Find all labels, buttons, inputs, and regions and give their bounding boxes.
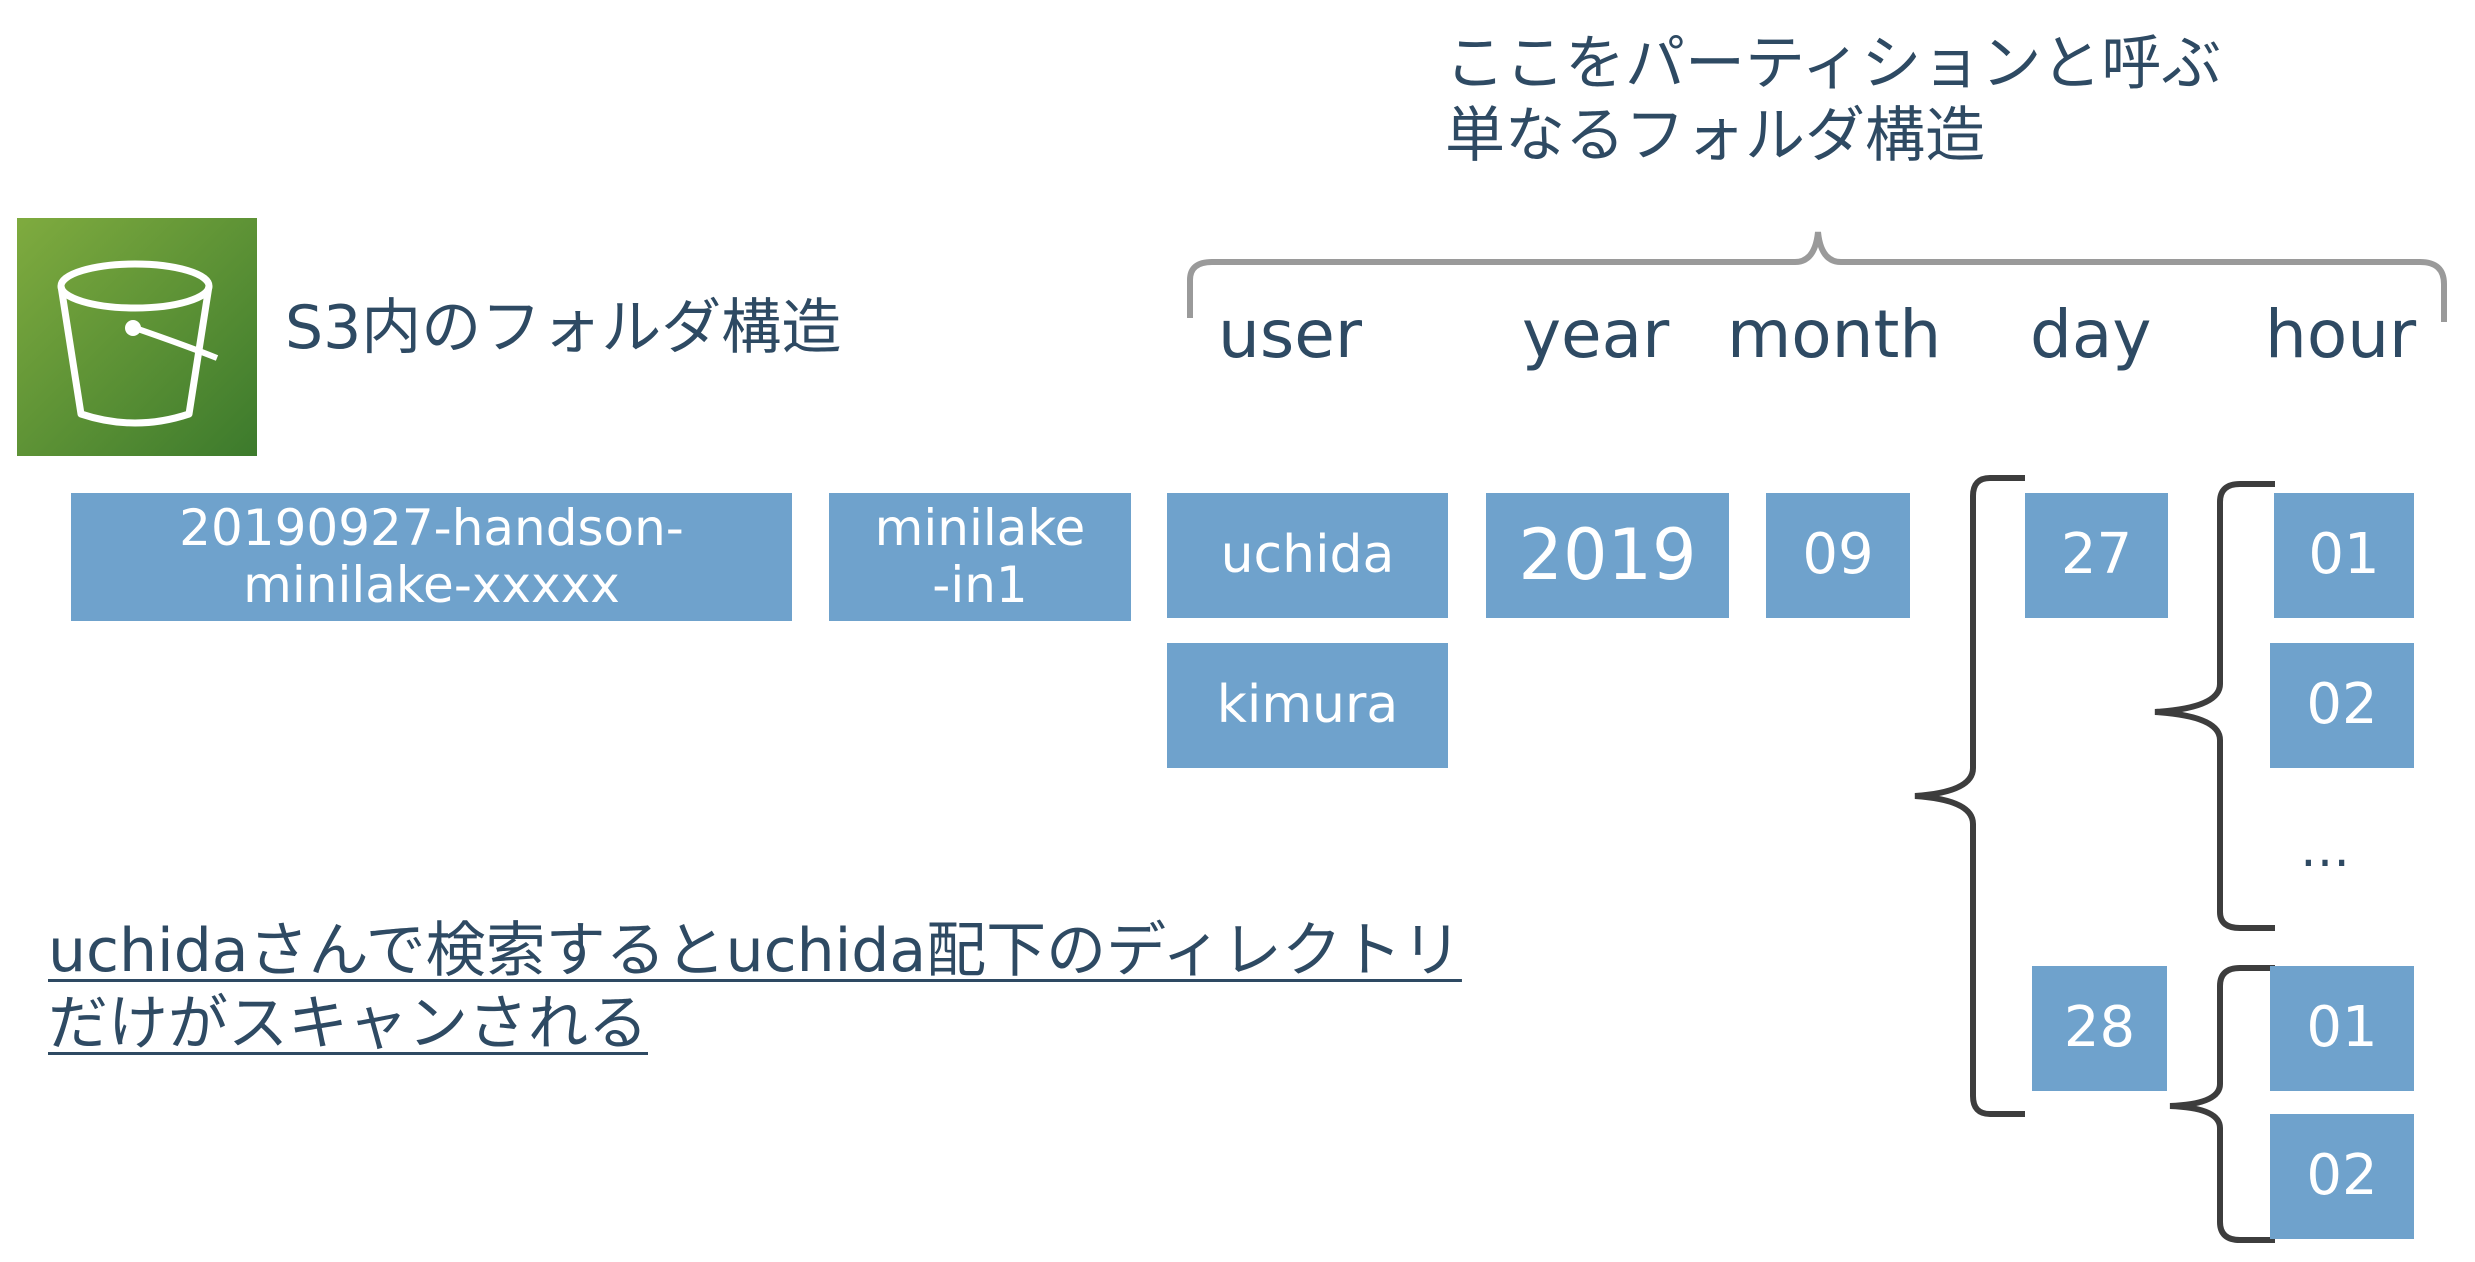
hour-box-27-01: 01 xyxy=(2274,493,2414,618)
hour-brace-27 xyxy=(2154,481,2275,931)
bucket-box: 20190927-handson- minilake-xxxxx xyxy=(71,493,792,621)
hour-box-28-02: 02 xyxy=(2270,1114,2414,1239)
year-box: 2019 xyxy=(1486,493,1729,618)
bucket-box-line1: 20190927-handson- xyxy=(179,498,684,557)
scan-note: uchidaさんで検索するとuchida配下のディレクトリ だけがスキャンされる xyxy=(48,916,1462,1060)
partition-brace xyxy=(1187,231,2447,322)
hour-brace-28 xyxy=(2169,965,2275,1243)
hour-box-27-02: 02 xyxy=(2270,643,2414,768)
month-box: 09 xyxy=(1766,493,1910,618)
user-box-uchida: uchida xyxy=(1167,493,1448,618)
day-brace xyxy=(1914,475,2025,1117)
day-box-28: 28 xyxy=(2032,966,2167,1091)
ellipsis: … xyxy=(2300,820,2350,878)
folder-box: minilake -in1 xyxy=(829,493,1131,621)
day-box-27: 27 xyxy=(2025,493,2168,618)
user-box-kimura: kimura xyxy=(1167,643,1448,768)
folder-box-line2: -in1 xyxy=(932,556,1028,614)
folder-box-line1: minilake xyxy=(874,498,1086,557)
diagram-canvas: S3内のフォルダ構造 ここをパーティションと呼ぶ 単なるフォルダ構造 user … xyxy=(0,0,2475,1262)
hour-box-28-01: 01 xyxy=(2270,966,2414,1091)
bucket-box-line2: minilake-xxxxx xyxy=(243,556,620,614)
